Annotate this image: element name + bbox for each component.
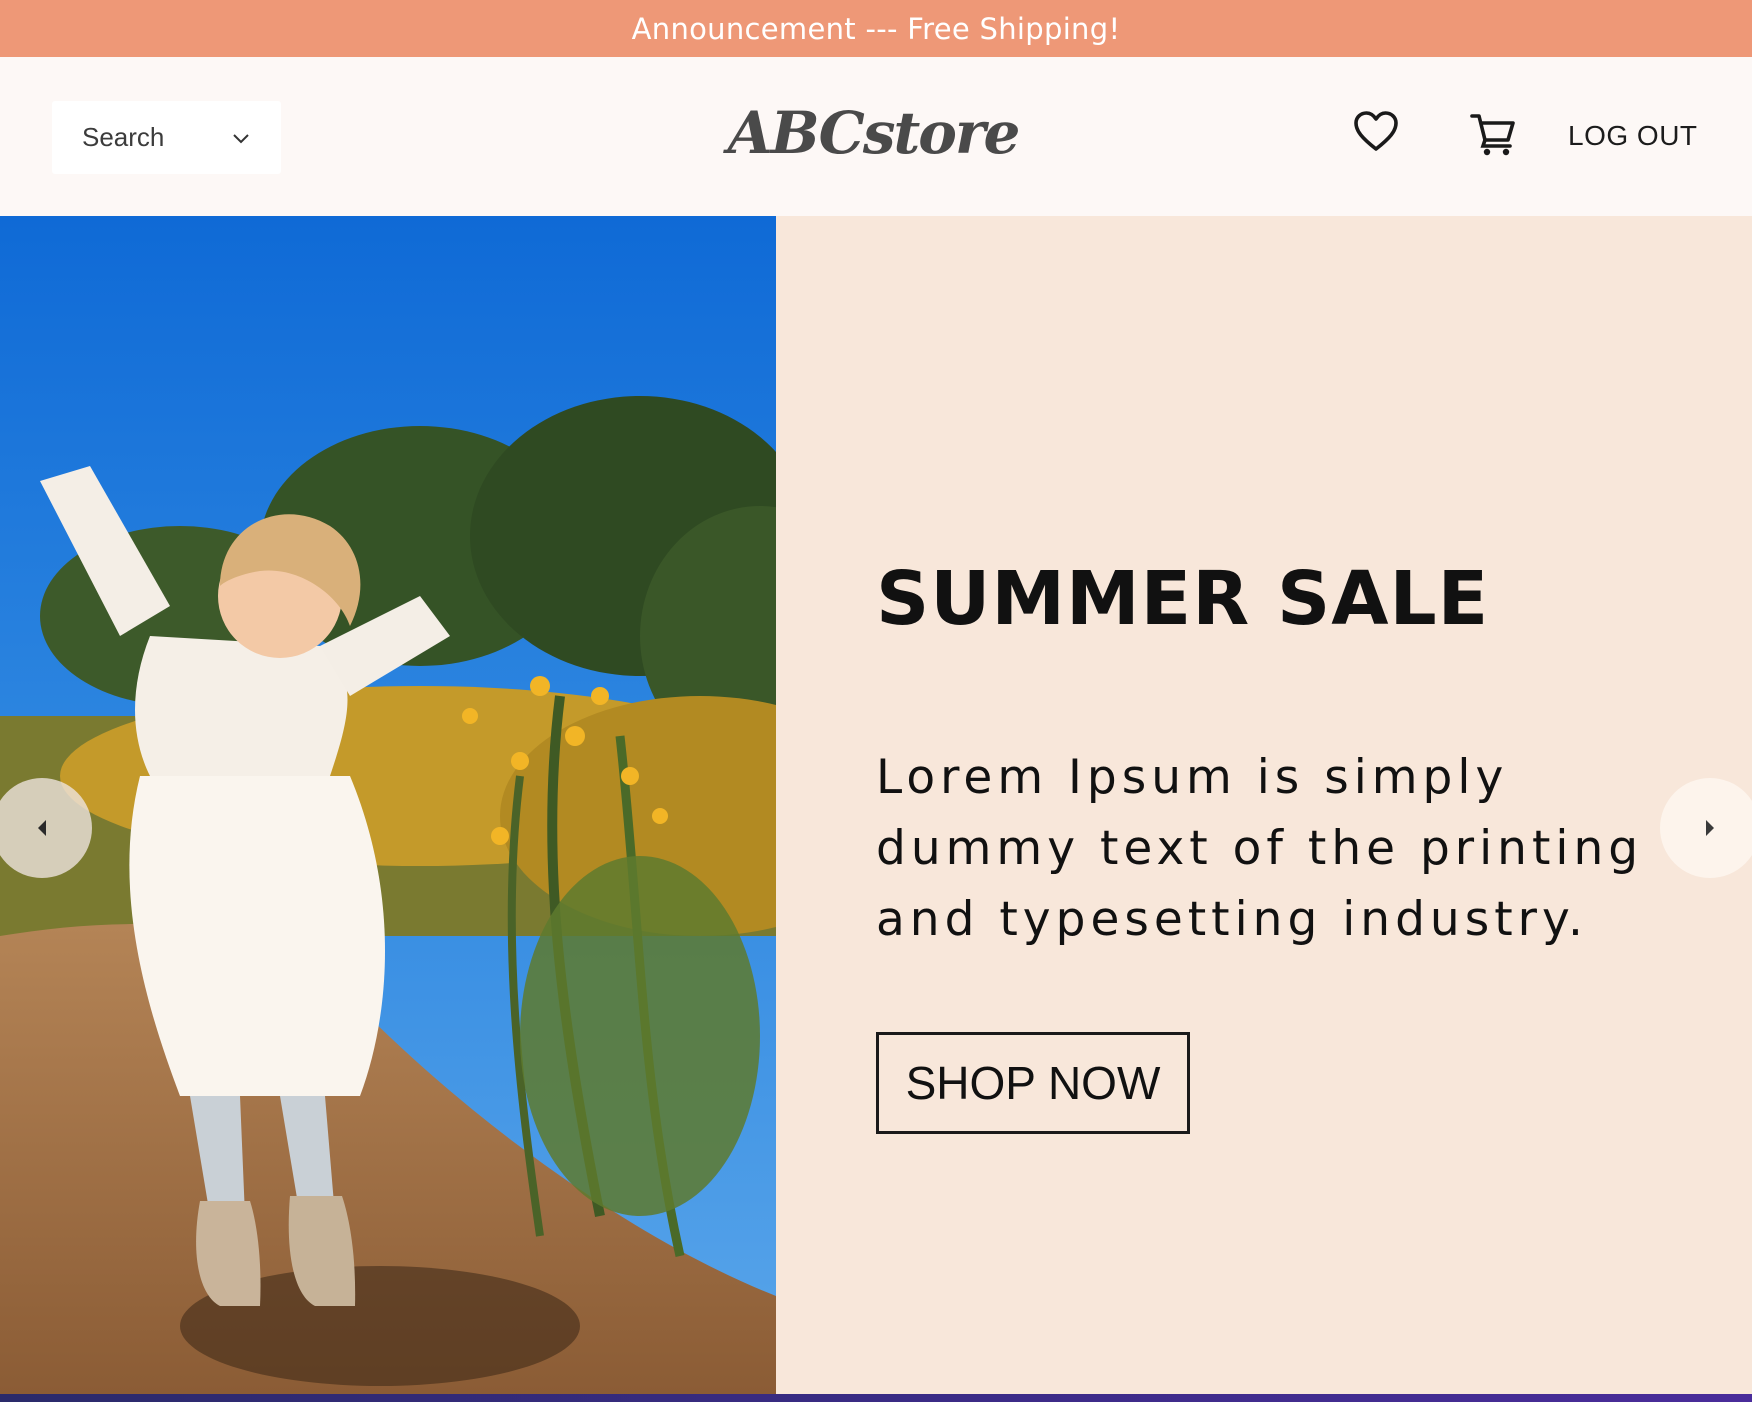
carousel-next-button[interactable] <box>1660 778 1752 878</box>
hero-image <box>0 216 776 1394</box>
heart-icon[interactable] <box>1353 109 1399 155</box>
hero-title: SUMMER SALE <box>876 556 1490 642</box>
logout-link[interactable]: LOG OUT <box>1568 119 1698 153</box>
hero-banner: SUMMER SALE Lorem Ipsum is simply dummy … <box>0 216 1752 1394</box>
search-dropdown[interactable]: Search <box>52 101 281 174</box>
chevron-left-icon <box>38 820 46 836</box>
search-label: Search <box>82 122 165 152</box>
chevron-down-icon <box>233 133 249 143</box>
store-logo[interactable]: ABCstore <box>728 93 1021 173</box>
logo-text: ABCstore <box>727 99 1021 167</box>
bottom-edge-strip <box>0 1394 1752 1402</box>
hero-content-panel: SUMMER SALE Lorem Ipsum is simply dummy … <box>776 216 1752 1394</box>
chevron-right-icon <box>1706 820 1714 836</box>
hero-description: Lorem Ipsum is simply dummy text of the … <box>876 750 1644 947</box>
cart-icon[interactable] <box>1470 111 1516 157</box>
site-header: Search ABCstore LOG OUT <box>0 57 1752 216</box>
announcement-text: Announcement --- Free Shipping! <box>631 11 1121 46</box>
shop-now-button[interactable]: SHOP NOW <box>876 1032 1190 1134</box>
announcement-bar: Announcement --- Free Shipping! <box>0 0 1752 57</box>
